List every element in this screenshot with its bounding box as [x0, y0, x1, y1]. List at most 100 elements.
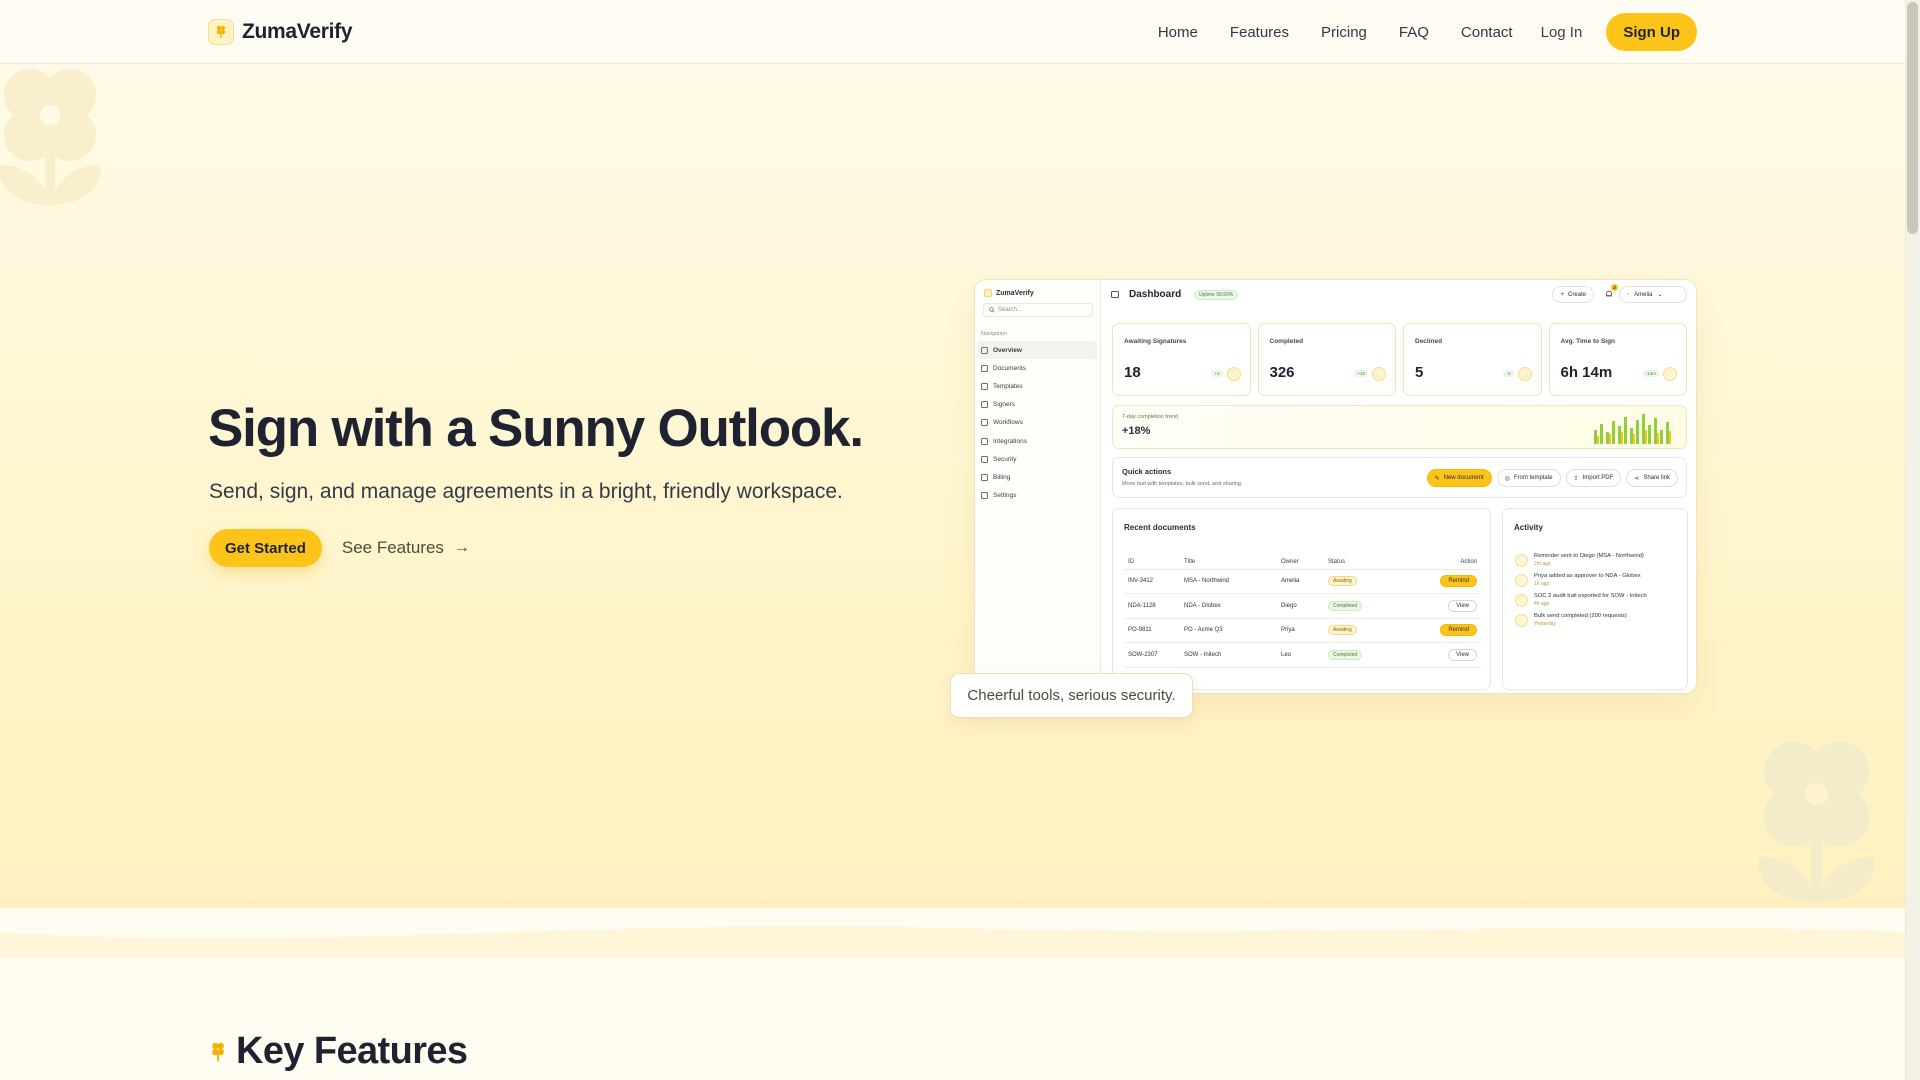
dashboard-brand: ZumaVerify: [984, 289, 1034, 297]
hero-title: Sign with a Sunny Outlook.: [208, 399, 864, 458]
signup-button[interactable]: Sign Up: [1606, 13, 1697, 51]
quick-actions-title: Quick actions: [1122, 467, 1172, 476]
scrollbar-thumb[interactable]: [1907, 2, 1918, 234]
sidebar-item-billing[interactable]: Billing: [977, 468, 1097, 486]
activity-icon: [1663, 367, 1677, 381]
view-button[interactable]: View: [1448, 648, 1477, 661]
flower-decoration-icon: [0, 69, 101, 205]
activity-text: SOC 2 audit trail exported for SOW - Ini…: [1534, 593, 1647, 599]
column-header: Action: [1414, 555, 1481, 570]
workflow-icon: [981, 419, 988, 427]
nav-contact[interactable]: Contact: [1461, 24, 1513, 41]
notification-badge: 3: [1611, 284, 1618, 291]
nav-features[interactable]: Features: [1230, 24, 1289, 41]
plus-icon: +: [1560, 291, 1564, 298]
share-link-button[interactable]: ⋖ Share link: [1626, 469, 1678, 487]
trend-label: 7-day completion trend: [1122, 414, 1178, 420]
button-label: From template: [1513, 475, 1553, 481]
table-row[interactable]: PO-9811 PO - Acme Q3 Priya Awaiting Remi…: [1124, 618, 1481, 643]
kpi-card: Awaiting Signatures 18 +4: [1112, 323, 1251, 396]
dashboard-preview: ZumaVerify Search... Navigation Overview…: [974, 279, 1697, 694]
list-item: Priya added as approver to NDA - Globex 1…: [1515, 573, 1681, 587]
create-label: Create: [1567, 291, 1586, 298]
new-document-button[interactable]: ✎ New document: [1426, 469, 1492, 487]
kpi-label: Awaiting Signatures: [1124, 338, 1187, 345]
doc-owner: Priya: [1277, 618, 1324, 643]
doc-id: NDA-1128: [1124, 593, 1180, 619]
upload-icon: ⇪: [1573, 475, 1579, 482]
page: ZumaVerify Home Features Pricing FAQ Con…: [0, 0, 1920, 1080]
sidebar-item-security[interactable]: Security: [977, 450, 1097, 468]
kpi-value: 6h 14m: [1560, 364, 1613, 381]
column-header: Title: [1180, 555, 1277, 570]
column-header: Status: [1324, 555, 1414, 570]
table-row[interactable]: INV-3412 MSA - Northwind Amelia Awaiting…: [1124, 569, 1481, 594]
sidebar-item-templates[interactable]: Templates: [977, 377, 1097, 395]
from-template-button[interactable]: ◎ From template: [1496, 469, 1561, 487]
dashboard-topbar: Dashboard Uptime 99.99% + Create 3 ◦ Ame…: [1101, 280, 1696, 308]
user-icon: ◦: [1627, 291, 1630, 298]
remind-button[interactable]: Remind: [1440, 575, 1477, 588]
document-icon: [981, 364, 988, 372]
activity-time: 4h ago: [1534, 600, 1550, 607]
brand-logo[interactable]: ZumaVerify: [208, 19, 353, 45]
kpi-delta: +12: [1354, 370, 1368, 377]
create-button[interactable]: + Create: [1552, 286, 1594, 303]
sidebar-item-label: Workflows: [993, 419, 1023, 427]
nav-pricing[interactable]: Pricing: [1321, 24, 1367, 41]
hero-subtitle: Send, sign, and manage agreements in a b…: [209, 480, 843, 503]
shield-icon: [1515, 594, 1528, 607]
status-badge: Completed: [1328, 649, 1363, 660]
nav-home[interactable]: Home: [1158, 24, 1198, 41]
sidebar-item-workflows[interactable]: Workflows: [977, 414, 1097, 432]
sidebar-item-integrations[interactable]: Integrations: [977, 432, 1097, 450]
x-circle-icon: [1517, 367, 1532, 381]
user-menu[interactable]: ◦ Amelia ⌄: [1619, 286, 1687, 303]
kpi-value: 18: [1124, 364, 1141, 381]
remind-button[interactable]: Remind: [1440, 624, 1477, 637]
dashboard-title: Dashboard: [1129, 289, 1182, 300]
key-features-heading: Key Features: [210, 1030, 468, 1073]
doc-id: PO-9811: [1124, 618, 1180, 643]
bell-icon[interactable]: [1605, 290, 1613, 298]
button-label: Import PDF: [1582, 475, 1614, 481]
uptime-badge: Uptime 99.99%: [1194, 290, 1239, 300]
dashboard-brand-name: ZumaVerify: [996, 289, 1034, 297]
nav-section-label: Navigation: [981, 331, 1007, 337]
dashboard-sidebar: ZumaVerify Search... Navigation Overview…: [975, 280, 1101, 693]
share-icon: ⋖: [1634, 475, 1640, 482]
wave-divider: [0, 926, 1905, 958]
activity-text: Bulk send completed (200 requests): [1534, 613, 1627, 619]
kpi-delta: -13m: [1642, 370, 1659, 377]
doc-owner: Leo: [1277, 642, 1324, 668]
import-pdf-button[interactable]: ⇪ Import PDF: [1565, 469, 1622, 487]
sidebar-toggle-icon[interactable]: [1111, 291, 1119, 298]
user-name: Amelia: [1634, 291, 1653, 298]
sidebar-item-overview[interactable]: Overview: [977, 341, 1097, 360]
doc-status: Awaiting: [1324, 569, 1414, 594]
doc-id: SOW-2307: [1124, 642, 1180, 668]
recent-documents-card: Recent documents ID Title Owner Status A…: [1112, 508, 1491, 690]
dashboard-search-input[interactable]: Search...: [983, 303, 1093, 317]
get-started-button[interactable]: Get Started: [209, 529, 322, 567]
column-header: ID: [1124, 555, 1180, 570]
see-features-link[interactable]: See Features →: [342, 538, 470, 558]
sidebar-item-label: Security: [993, 455, 1017, 463]
activity-text: Priya added as approver to NDA - Globex: [1534, 573, 1641, 579]
table-row[interactable]: SOW-2307 SOW - Initech Leo Completed Vie…: [1124, 642, 1481, 668]
nav-faq[interactable]: FAQ: [1399, 24, 1429, 41]
flower-decoration-icon: [1758, 741, 1875, 903]
activity-card: Activity Reminder sent to Diego (MSA - N…: [1502, 508, 1688, 690]
sidebar-item-settings[interactable]: Settings: [977, 487, 1097, 505]
sidebar-item-signers[interactable]: Signers: [977, 396, 1097, 414]
button-label: Share link: [1643, 475, 1670, 481]
content-area: ZumaVerify Home Features Pricing FAQ Con…: [0, 0, 1905, 1080]
column-header: Owner: [1277, 555, 1324, 570]
page-scrollbar[interactable]: [1905, 0, 1920, 1080]
table-row[interactable]: NDA-1128 NDA - Globex Diego Completed Vi…: [1124, 593, 1481, 619]
login-link[interactable]: Log In: [1541, 24, 1583, 41]
quick-actions-buttons: ✎ New document ◎ From template ⇪ Import PDF…: [1426, 469, 1678, 487]
sidebar-item-documents[interactable]: Documents: [977, 359, 1097, 377]
view-button[interactable]: View: [1448, 599, 1477, 612]
activity-list: Reminder sent to Diego (MSA - Northwind)…: [1515, 553, 1681, 633]
